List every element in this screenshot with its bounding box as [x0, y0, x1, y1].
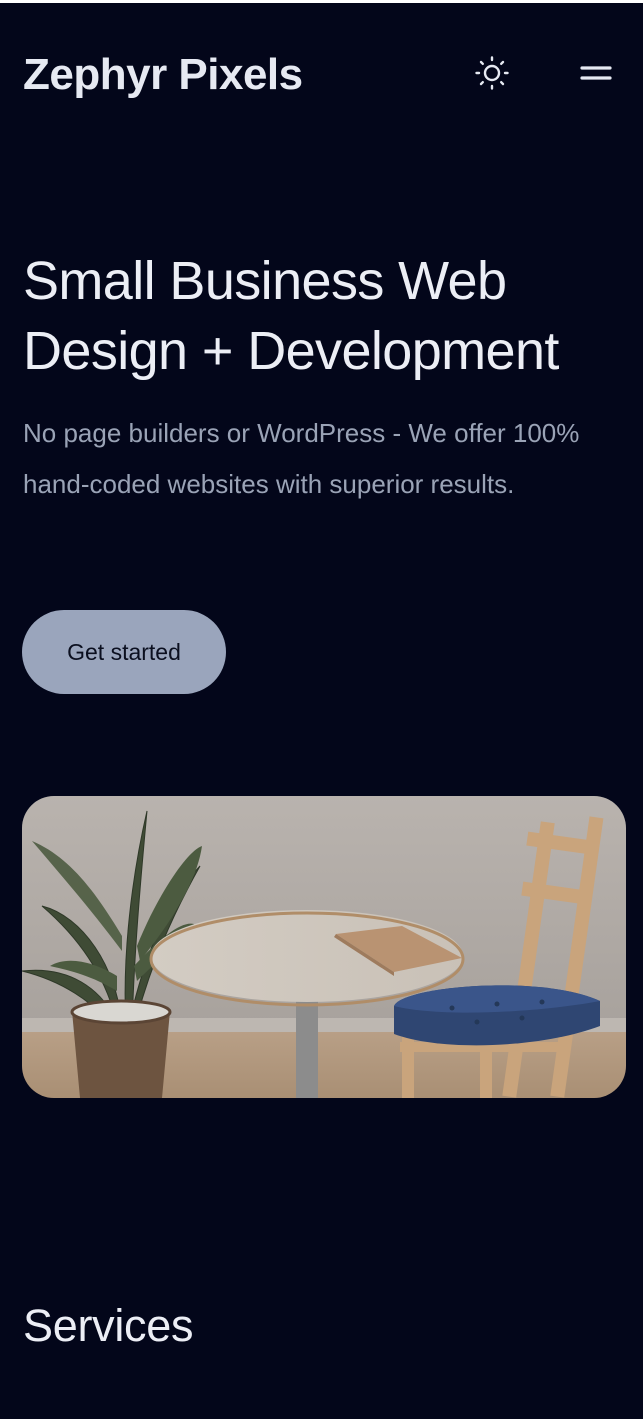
hero-title-line-1: Small Business Web	[23, 251, 507, 311]
hero-title-line-2: Design + Development	[23, 321, 559, 381]
sun-icon	[475, 56, 509, 90]
hero-title: Small Business Web Design + Development	[23, 246, 633, 386]
hero-description: No page builders or WordPress - We offer…	[23, 418, 580, 499]
office-photo	[22, 796, 626, 1098]
theme-toggle-button[interactable]	[471, 52, 513, 94]
get-started-button[interactable]: Get started	[22, 610, 226, 694]
menu-icon	[580, 66, 612, 80]
site-header: Zephyr Pixels	[23, 46, 621, 102]
top-border	[0, 0, 643, 3]
services-heading: Services	[23, 1300, 194, 1351]
hero-image	[22, 796, 626, 1098]
menu-button[interactable]	[571, 52, 621, 94]
brand-logo[interactable]: Zephyr Pixels	[23, 50, 303, 100]
